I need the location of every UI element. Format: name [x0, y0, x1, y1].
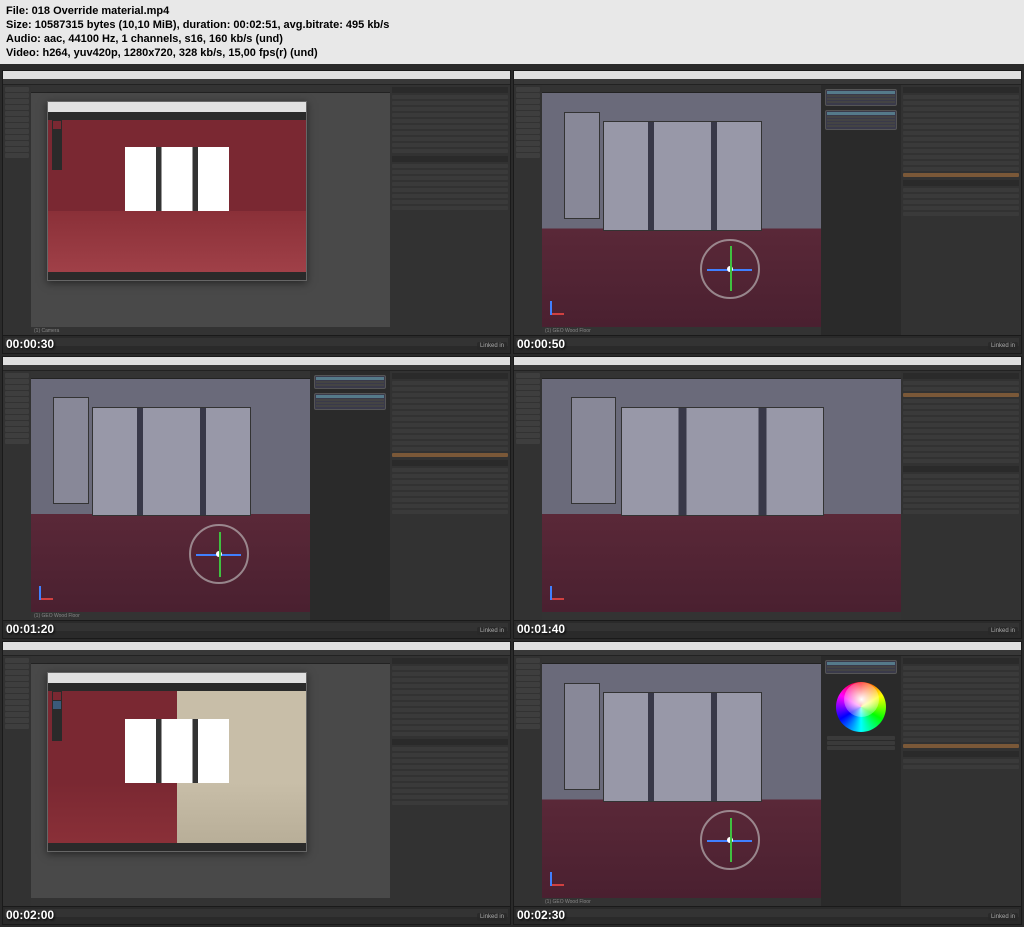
file-info-header: File: 018 Override material.mp4 Size: 10… — [0, 0, 1024, 64]
properties-panel[interactable] — [390, 656, 510, 906]
watermark: Linked in — [988, 627, 1018, 635]
timeline[interactable] — [514, 335, 1021, 353]
left-toolbox — [514, 656, 542, 906]
selected-object[interactable] — [903, 173, 1019, 177]
history-strip — [52, 691, 62, 741]
timestamp: 00:00:30 — [6, 337, 54, 351]
transform-gizmo[interactable] — [700, 810, 760, 870]
render-window[interactable] — [47, 101, 307, 281]
file-line: File: 018 Override material.mp4 — [6, 4, 1018, 18]
window-titlebar — [514, 357, 1021, 365]
thumbnail[interactable]: 00:01:40 Linked in — [513, 356, 1022, 640]
left-toolbox — [3, 656, 31, 906]
object-label: (1) GEO Wood Floor — [542, 898, 821, 906]
thumbnail[interactable]: 00:02:00 Linked in — [2, 641, 511, 925]
viewport[interactable]: (1) GEO Wood Floor — [542, 656, 821, 906]
color-wheel[interactable] — [836, 682, 886, 732]
axis-indicator — [550, 297, 568, 315]
viewport[interactable] — [31, 656, 390, 906]
transform-gizmo[interactable] — [189, 524, 249, 584]
wireframe-room — [542, 664, 821, 898]
render-window[interactable] — [47, 672, 307, 852]
material-node[interactable] — [314, 393, 386, 410]
thumbnail-grid: (1) Camera 00:00:30 Linked in — [0, 68, 1024, 927]
watermark: Linked in — [477, 627, 507, 635]
wireframe-room — [542, 379, 901, 613]
timestamp: 00:02:30 — [517, 908, 565, 922]
selected-camera[interactable] — [903, 393, 1019, 397]
viewport[interactable]: (1) Camera — [31, 85, 390, 335]
color-picker-panel[interactable] — [821, 656, 901, 906]
material-node[interactable] — [825, 660, 897, 674]
properties-panel[interactable] — [390, 371, 510, 621]
timeline[interactable] — [514, 620, 1021, 638]
watermark: Linked in — [988, 913, 1018, 921]
left-toolbox — [3, 85, 31, 335]
timestamp: 00:01:20 — [6, 622, 54, 636]
window-titlebar — [514, 71, 1021, 79]
viewport[interactable]: (1) GEO Wood Floor — [31, 371, 310, 621]
window-titlebar — [514, 642, 1021, 650]
window-titlebar — [3, 642, 510, 650]
timestamp: 00:02:00 — [6, 908, 54, 922]
material-node[interactable] — [825, 89, 897, 106]
window-titlebar — [3, 357, 510, 365]
viewport[interactable] — [542, 371, 901, 621]
video-line: Video: h264, yuv420p, 1280x720, 328 kb/s… — [6, 46, 1018, 60]
size-line: Size: 10587315 bytes (10,10 MiB), durati… — [6, 18, 1018, 32]
history-strip — [52, 120, 62, 170]
watermark: Linked in — [477, 342, 507, 350]
window-titlebar — [3, 71, 510, 79]
thumbnail[interactable]: (1) GEO Wood Floor 00:02:30 Linked in — [513, 641, 1022, 925]
watermark: Linked in — [988, 342, 1018, 350]
outliner-panel[interactable] — [901, 371, 1021, 621]
thumbnail[interactable]: (1) GEO Wood Floor 00:01:20 Linked in — [2, 356, 511, 640]
axis-indicator — [550, 582, 568, 600]
left-toolbox — [3, 371, 31, 621]
left-toolbox — [514, 85, 542, 335]
axis-indicator — [39, 582, 57, 600]
watermark: Linked in — [477, 913, 507, 921]
camera-label: (1) Camera — [31, 327, 390, 335]
outliner-panel[interactable] — [901, 85, 1021, 335]
wireframe-room — [31, 379, 310, 613]
left-toolbox — [514, 371, 542, 621]
viewport[interactable]: (1) GEO Wood Floor — [542, 85, 821, 335]
timestamp: 00:00:50 — [517, 337, 565, 351]
timeline[interactable] — [514, 906, 1021, 924]
timeline[interactable] — [3, 335, 510, 353]
thumbnail[interactable]: (1) GEO Wood Floor 00:00:50 Linked in — [513, 70, 1022, 354]
node-editor[interactable] — [821, 85, 901, 335]
outliner-panel[interactable] — [901, 656, 1021, 906]
audio-line: Audio: aac, 44100 Hz, 1 channels, s16, 1… — [6, 32, 1018, 46]
object-label: (1) GEO Wood Floor — [31, 612, 310, 620]
properties-panel[interactable] — [390, 85, 510, 335]
render-output-split — [48, 691, 306, 843]
selected-object[interactable] — [903, 744, 1019, 748]
timeline[interactable] — [3, 620, 510, 638]
timestamp: 00:01:40 — [517, 622, 565, 636]
material-node[interactable] — [314, 375, 386, 389]
transform-gizmo[interactable] — [700, 239, 760, 299]
selected-object[interactable] — [392, 453, 508, 457]
object-label: (1) GEO Wood Floor — [542, 327, 821, 335]
material-node[interactable] — [825, 110, 897, 130]
thumbnail[interactable]: (1) Camera 00:00:30 Linked in — [2, 70, 511, 354]
node-editor[interactable] — [310, 371, 390, 621]
timeline[interactable] — [3, 906, 510, 924]
render-output-red-room — [48, 120, 306, 272]
axis-indicator — [550, 868, 568, 886]
wireframe-room — [542, 93, 821, 327]
